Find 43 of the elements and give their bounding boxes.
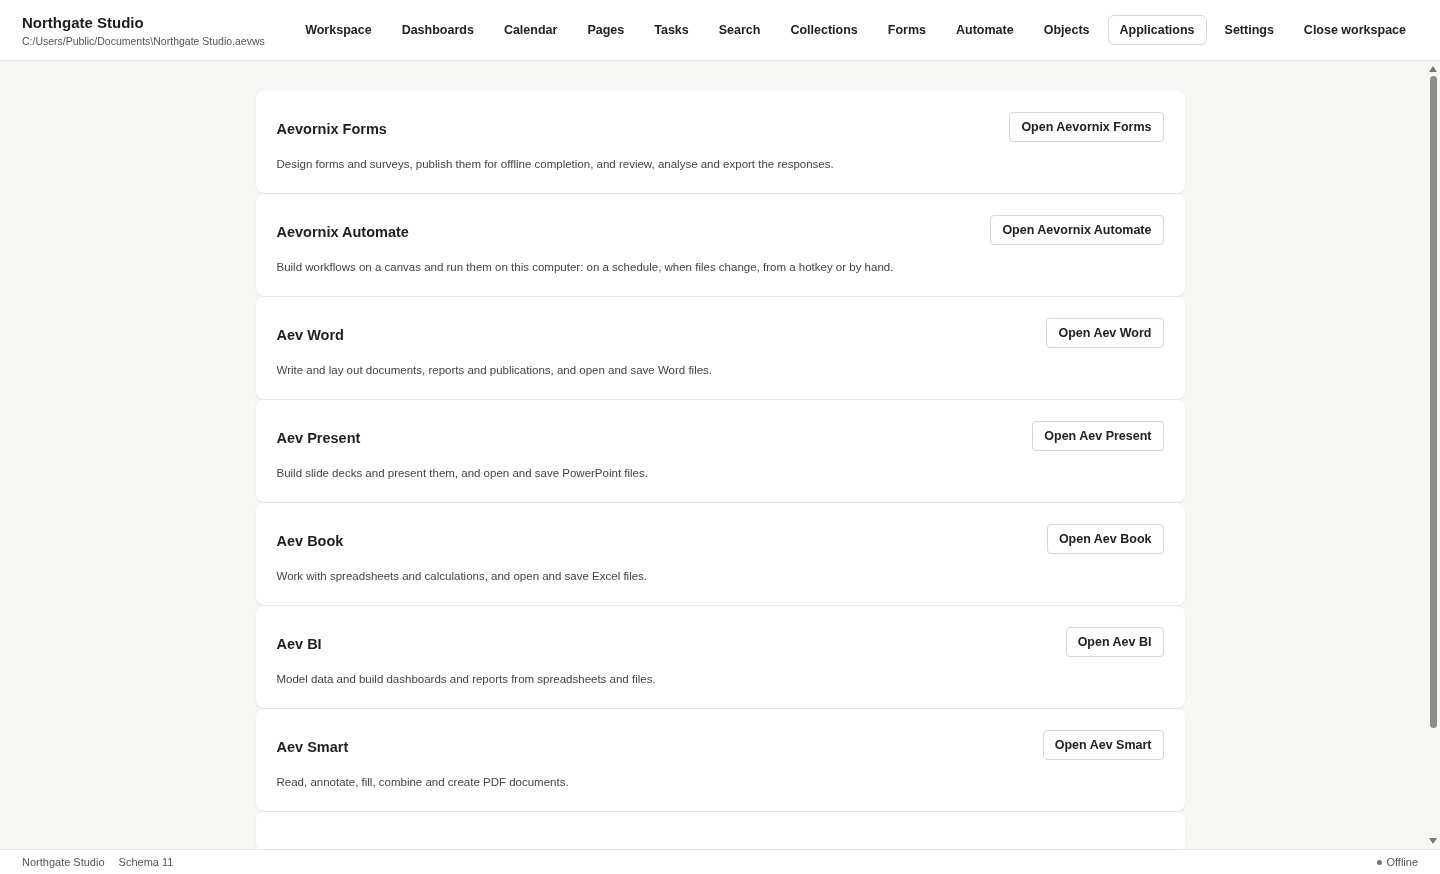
file-path: C:/Users/Public/Documents\Northgate Studio.aevws (22, 34, 266, 47)
application-description: Model data and build dashboards and reports from spreadsheets and files. (276, 673, 657, 685)
open-button[interactable]: Open Aevornix Forms (1009, 112, 1164, 142)
nav-tab[interactable]: Tasks (642, 15, 701, 45)
open-button[interactable]: Open Aevornix Automate (990, 215, 1164, 245)
application-description: Write and lay out documents, reports and publications, and open and save Word files. (276, 364, 714, 376)
nav-tab[interactable]: Settings (1212, 15, 1286, 45)
open-button[interactable]: Open Aev Present (1032, 421, 1164, 451)
nav-tab[interactable]: Collections (778, 15, 870, 45)
nav-tab[interactable]: Applications (1107, 15, 1207, 45)
nav-tab[interactable]: Automate (944, 15, 1026, 45)
nav-tab[interactable]: Forms (875, 15, 938, 45)
application-name: Aev Word (276, 327, 344, 343)
application-description: Work with spreadsheets and calculations, and open and save Excel files. (276, 570, 649, 582)
status-dot-icon (1377, 859, 1383, 865)
connection-status: Offline (1386, 856, 1418, 868)
schema-version: Schema 11 (118, 856, 174, 868)
scroll-up-icon[interactable] (1428, 65, 1438, 73)
nav-tab[interactable]: Search (706, 15, 773, 45)
application-description: Build workflows on a canvas and run them on this computer: on a schedule, when files change, from a hotkey or by hand. (276, 261, 895, 273)
scrollbar-thumb[interactable] (1429, 76, 1437, 728)
app-title: Northgate Studio (22, 13, 145, 31)
application-description: Design forms and surveys, publish them for offline completion, and review, analyse and export the responses. (276, 158, 835, 170)
open-button[interactable]: Open Aev BI (1065, 627, 1164, 657)
nav-tab[interactable]: Dashboards (389, 15, 486, 45)
open-button[interactable]: Open Aev Smart (1042, 730, 1164, 760)
open-button[interactable]: Open Aev Word (1046, 318, 1164, 348)
nav-tab[interactable]: Calendar (491, 15, 570, 45)
application-name: Aev Smart (276, 739, 349, 755)
application-name: Aev Present (276, 430, 361, 446)
nav-tab[interactable]: Objects (1031, 15, 1102, 45)
open-button[interactable]: Open Aev Book (1046, 524, 1164, 554)
scroll-down-icon[interactable] (1428, 837, 1438, 845)
application-description: Read, annotate, fill, combine and create PDF documents. (276, 776, 570, 788)
nav-tab[interactable]: Workspace (293, 15, 384, 45)
nav-tab[interactable]: Pages (575, 15, 637, 45)
nav-tab[interactable]: Close workspace (1291, 15, 1418, 45)
application-description: Build slide decks and present them, and open and save PowerPoint files. (276, 467, 649, 479)
application-name: Aevornix Automate (276, 224, 409, 240)
application-name: Aev BI (276, 636, 322, 652)
status-app-name: Northgate Studio (22, 856, 105, 868)
application-name: Aev Book (276, 533, 344, 549)
application-name: Aevornix Forms (276, 121, 387, 137)
